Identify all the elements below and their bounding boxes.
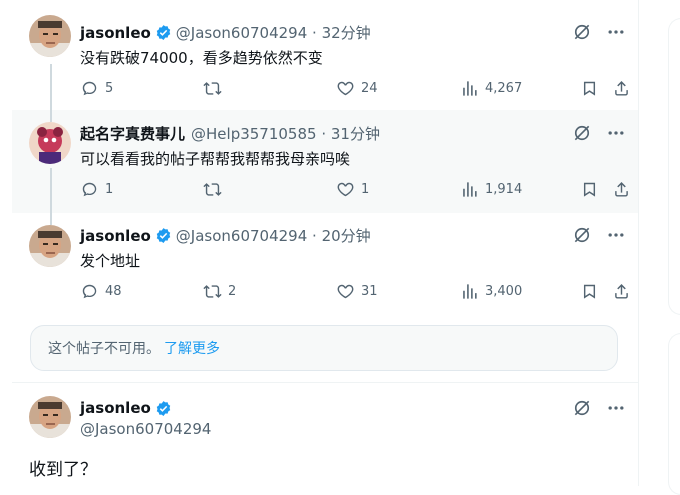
- right-sidebar-edge: [668, 0, 680, 495]
- views-button[interactable]: 1,914: [460, 180, 522, 199]
- separator: ·: [307, 23, 322, 42]
- reply-count: 5: [105, 81, 114, 96]
- author-name[interactable]: 起名字真费事儿: [80, 123, 185, 144]
- tweet-3[interactable]: jasonleo @Jason60704294 · 20分钟 发个地址 48 2…: [12, 213, 638, 313]
- like-button[interactable]: 1: [336, 180, 369, 199]
- reply-button[interactable]: 48: [80, 282, 122, 301]
- author-handle[interactable]: @Jason60704294: [176, 24, 307, 42]
- author-name[interactable]: jasonleo: [80, 24, 151, 42]
- repost-count: 2: [228, 284, 237, 299]
- share-button[interactable]: [612, 180, 631, 199]
- like-button[interactable]: 24: [336, 79, 378, 98]
- views-button[interactable]: 3,400: [460, 282, 522, 301]
- verified-badge-icon: [156, 400, 171, 416]
- reply-icon: [82, 81, 97, 96]
- action-bar: 5 24 4,267: [80, 79, 628, 99]
- separator: ·: [316, 124, 331, 143]
- reply-button[interactable]: 5: [80, 79, 113, 98]
- heart-icon: [337, 284, 354, 299]
- bookmark-button[interactable]: [580, 180, 599, 199]
- views-icon: [463, 182, 477, 197]
- learn-more-link[interactable]: 了解更多: [164, 338, 220, 358]
- unavailable-post-notice: 这个帖子不可用。 了解更多: [30, 325, 618, 371]
- more-icon[interactable]: [606, 398, 626, 418]
- main-tweet[interactable]: jasonleo @Jason60704294 收到了？: [12, 383, 638, 486]
- separator: ·: [307, 226, 322, 245]
- tweet-1[interactable]: jasonleo @Jason60704294 · 32分钟 没有跌破74000…: [12, 0, 638, 112]
- like-count: 1: [361, 182, 370, 197]
- repost-button[interactable]: [203, 180, 228, 199]
- thread-line: [50, 64, 52, 112]
- avatar[interactable]: [29, 396, 71, 438]
- action-bar: 48 2 31 3,400: [80, 282, 628, 302]
- share-button[interactable]: [612, 79, 631, 98]
- bookmark-icon: [583, 284, 596, 299]
- reply-icon: [82, 284, 97, 299]
- tweet-time[interactable]: 20分钟: [322, 225, 371, 246]
- unavailable-text: 这个帖子不可用。: [48, 341, 160, 357]
- author-handle[interactable]: @Jason60704294: [176, 227, 307, 245]
- share-icon: [615, 182, 628, 197]
- verified-badge-icon: [156, 25, 171, 40]
- like-button[interactable]: 31: [336, 282, 378, 301]
- thread-line: [50, 213, 52, 225]
- grok-icon[interactable]: [572, 225, 592, 245]
- views-count: 1,914: [485, 182, 523, 197]
- verified-badge-icon: [156, 228, 171, 243]
- like-count: 24: [361, 81, 378, 96]
- bookmark-icon: [583, 81, 596, 96]
- grok-icon[interactable]: [572, 398, 592, 418]
- tweet-text: 收到了？: [29, 460, 97, 480]
- views-icon: [463, 81, 477, 96]
- tweet-text: 可以看看我的帖子帮帮我帮帮我母亲吗唉: [80, 150, 351, 168]
- bookmark-button[interactable]: [580, 282, 599, 301]
- author-handle[interactable]: @Help35710585: [191, 125, 317, 143]
- reply-button[interactable]: 1: [80, 180, 113, 199]
- reply-count: 48: [105, 284, 122, 299]
- reply-count: 1: [105, 182, 114, 197]
- heart-icon: [337, 182, 354, 197]
- bookmark-icon: [583, 182, 596, 197]
- views-count: 4,267: [485, 81, 523, 96]
- tweet-text: 没有跌破74000，看多趋势依然不变: [80, 49, 323, 67]
- tweet-text: 发个地址: [80, 252, 141, 270]
- avatar[interactable]: [29, 122, 71, 164]
- avatar[interactable]: [29, 15, 71, 57]
- reply-icon: [82, 182, 97, 197]
- grok-icon[interactable]: [572, 22, 592, 42]
- timeline: jasonleo @Jason60704294 · 32分钟 没有跌破74000…: [12, 0, 639, 486]
- thread-line: [50, 110, 52, 122]
- views-count: 3,400: [485, 284, 523, 299]
- bookmark-button[interactable]: [580, 79, 599, 98]
- repost-icon: [203, 82, 222, 95]
- share-icon: [615, 284, 628, 299]
- tweet-2[interactable]: 起名字真费事儿 @Help35710585 · 31分钟 可以看看我的帖子帮帮我…: [12, 110, 638, 213]
- more-icon[interactable]: [606, 123, 626, 143]
- share-button[interactable]: [612, 282, 631, 301]
- like-count: 31: [361, 284, 378, 299]
- views-icon: [463, 284, 477, 299]
- repost-button[interactable]: 2: [203, 282, 236, 301]
- heart-icon: [337, 81, 354, 96]
- author-name[interactable]: jasonleo: [80, 399, 151, 417]
- repost-button[interactable]: [203, 79, 228, 98]
- views-button[interactable]: 4,267: [460, 79, 522, 98]
- more-icon[interactable]: [606, 225, 626, 245]
- tweet-time[interactable]: 31分钟: [331, 123, 380, 144]
- author-handle[interactable]: @Jason60704294: [80, 420, 211, 438]
- repost-icon: [203, 285, 222, 298]
- action-bar: 1 1 1,914: [80, 180, 628, 200]
- author-name[interactable]: jasonleo: [80, 227, 151, 245]
- tweet-time[interactable]: 32分钟: [322, 22, 371, 43]
- repost-icon: [203, 183, 222, 196]
- thread-line: [50, 168, 52, 213]
- more-icon[interactable]: [606, 22, 626, 42]
- grok-icon[interactable]: [572, 123, 592, 143]
- avatar[interactable]: [29, 225, 71, 267]
- share-icon: [615, 81, 628, 96]
